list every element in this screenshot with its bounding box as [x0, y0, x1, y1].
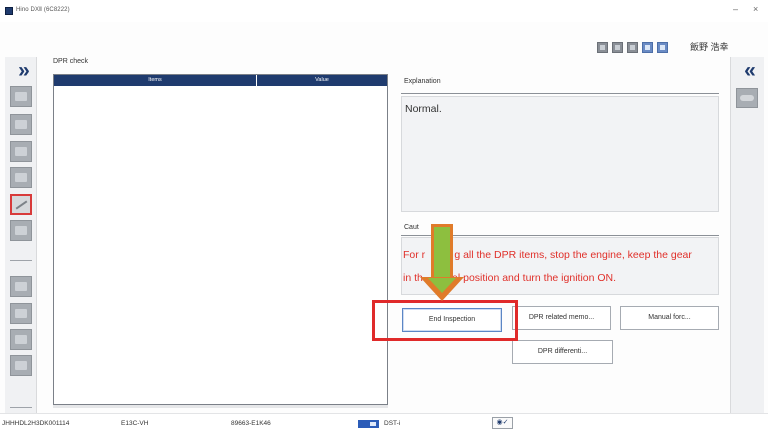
- engine-model-text: E13C-VH: [121, 420, 149, 427]
- explanation-label: Explanation: [404, 78, 441, 85]
- vin-text: JHHHDL2H3DK001114: [2, 420, 70, 427]
- settings-icon[interactable]: [627, 41, 638, 53]
- close-button[interactable]: ×: [753, 5, 758, 14]
- info-icon[interactable]: [657, 41, 668, 53]
- dpr-items-table: Items Value: [53, 74, 388, 405]
- tool-name-text: DST-i: [384, 420, 401, 427]
- column-header-value[interactable]: Value: [257, 75, 387, 86]
- sidebar-divider: [10, 407, 32, 408]
- report-icon[interactable]: [10, 329, 32, 350]
- caution-label: Caut: [404, 224, 419, 231]
- engine-icon[interactable]: [10, 114, 32, 135]
- table-scrollbar[interactable]: [53, 405, 388, 408]
- left-sidebar: »: [5, 57, 37, 413]
- minimize-button[interactable]: –: [733, 5, 738, 14]
- home-icon[interactable]: [10, 86, 32, 107]
- arrow-annotation: [431, 224, 453, 279]
- sidebar-divider: [10, 260, 32, 261]
- table-header: Items Value: [54, 75, 387, 86]
- app-logo-icon: [5, 7, 13, 15]
- toolbar: [597, 40, 668, 54]
- explanation-box: Normal.: [401, 96, 719, 212]
- utility-icon[interactable]: [10, 194, 32, 215]
- tool-icon[interactable]: [10, 220, 32, 241]
- record-icon[interactable]: [736, 88, 758, 108]
- sidebar-expand-button[interactable]: «: [734, 60, 760, 83]
- user-name: 飯野 浩幸: [690, 42, 729, 52]
- explanation-divider: [401, 93, 719, 94]
- arrow-head-fill: [428, 278, 456, 293]
- connection-icon[interactable]: ◉✓: [492, 417, 513, 429]
- screen-icon[interactable]: [597, 41, 608, 53]
- monitor-icon[interactable]: [10, 303, 32, 324]
- print-icon[interactable]: [612, 41, 623, 53]
- sidebar-collapse-button[interactable]: »: [8, 60, 34, 83]
- dpr-differential-button[interactable]: DPR differenti...: [512, 340, 613, 364]
- dst-interface-icon: [358, 420, 379, 428]
- vehicle-icon[interactable]: [10, 141, 32, 162]
- right-sidebar: «: [730, 57, 764, 413]
- lock-icon[interactable]: [10, 355, 32, 376]
- column-header-items[interactable]: Items: [54, 75, 257, 86]
- highlight-box: [372, 300, 518, 341]
- section-title: DPR check: [53, 58, 89, 65]
- status-bar: JHHHDL2H3DK001114 E13C-VH 89663-E1K46 DS…: [0, 413, 768, 433]
- dpr-related-memo-button[interactable]: DPR related memo...: [512, 306, 611, 330]
- window-title: Hino DXⅡ (6C8222): [16, 7, 70, 13]
- ecu-icon[interactable]: [10, 167, 32, 188]
- title-bar: Hino DXⅡ (6C8222) – ×: [0, 0, 768, 22]
- trip-icon[interactable]: [10, 276, 32, 297]
- search-icon[interactable]: [642, 41, 653, 53]
- explanation-text: Normal.: [405, 103, 442, 115]
- part-number-text: 89663-E1K46: [231, 420, 271, 427]
- manual-force-button[interactable]: Manual forc...: [620, 306, 719, 330]
